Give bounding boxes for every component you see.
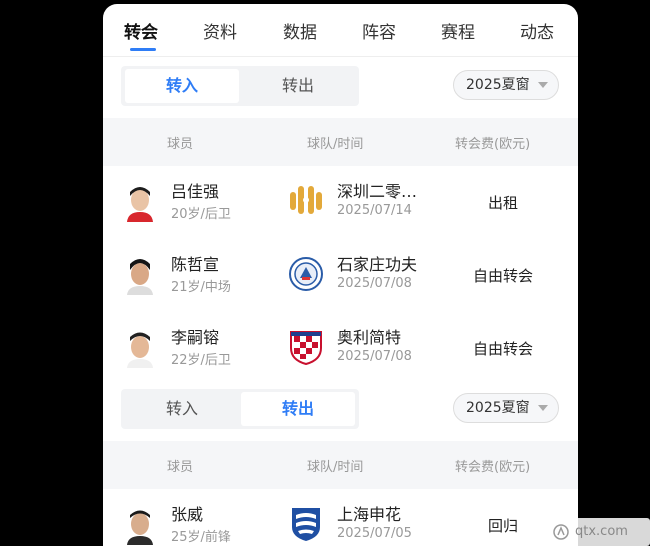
switch-transfer-in[interactable]: 转入 <box>125 69 239 103</box>
transfer-fee: 出租 <box>487 194 518 212</box>
club-logo-icon <box>288 328 324 366</box>
header-fee: 转会费(欧元) <box>455 460 531 475</box>
player-avatar <box>123 505 157 545</box>
table-header: 球员 球队/时间 转会费(欧元) <box>103 441 578 489</box>
switch-transfer-in[interactable]: 转入 <box>125 392 239 426</box>
transfer-date: 2025/07/08 <box>337 349 412 364</box>
table-row[interactable]: 张威 25岁/前锋 上海申花 2025/07/05 回归 <box>103 489 578 546</box>
table-row[interactable]: 李嗣镕 22岁/后卫 奥利简特 2025/07/08 自由转会 <box>103 312 578 384</box>
transfer-date: 2025/07/08 <box>337 276 412 291</box>
header-fee: 转会费(欧元) <box>455 137 531 152</box>
tab-news[interactable]: 动态 <box>520 18 554 43</box>
transfer-date: 2025/07/14 <box>337 203 412 218</box>
transfer-date: 2025/07/05 <box>337 526 412 541</box>
tab-transfer[interactable]: 转会 <box>124 18 158 43</box>
player-info: 20岁/后卫 <box>171 207 231 222</box>
header-club-time: 球队/时间 <box>307 137 364 152</box>
tab-profile[interactable]: 资料 <box>203 18 237 43</box>
app-panel: 转会 资料 数据 阵容 赛程 动态 转入 转出 2025夏窗 球员 球队/时间 … <box>103 4 578 546</box>
switch-transfer-out[interactable]: 转出 <box>241 69 355 103</box>
player-name: 吕佳强 <box>171 182 220 201</box>
caret-down-icon <box>538 405 548 411</box>
watermark-text: qtx.com <box>575 524 628 539</box>
tab-divider <box>103 56 578 57</box>
club-logo-icon <box>288 255 324 293</box>
tab-stats[interactable]: 数据 <box>283 18 317 43</box>
watermark-logo-icon <box>553 524 569 540</box>
club-logo-icon <box>288 505 324 543</box>
season-label: 2025夏窗 <box>466 77 530 93</box>
active-tab-indicator <box>130 48 156 51</box>
table-header: 球员 球队/时间 转会费(欧元) <box>103 118 578 166</box>
club-name: 上海申花 <box>337 505 402 524</box>
season-select[interactable]: 2025夏窗 <box>453 70 559 100</box>
club-name: 石家庄功夫 <box>337 255 418 274</box>
player-name: 张威 <box>171 505 204 524</box>
watermark: qtx.com <box>543 518 650 546</box>
table-row[interactable]: 吕佳强 20岁/后卫 深圳二零… 2025/07/14 出租 <box>103 166 578 238</box>
player-info: 21岁/中场 <box>171 280 231 295</box>
tab-squad[interactable]: 阵容 <box>362 18 396 43</box>
player-info: 22岁/后卫 <box>171 353 231 368</box>
player-name: 李嗣镕 <box>171 328 220 347</box>
player-info: 25岁/前锋 <box>171 530 231 545</box>
player-name: 陈哲宣 <box>171 255 220 274</box>
player-avatar <box>123 328 157 368</box>
header-player: 球员 <box>167 460 194 475</box>
transfer-fee: 自由转会 <box>472 267 533 285</box>
season-label: 2025夏窗 <box>466 400 530 416</box>
header-player: 球员 <box>167 137 194 152</box>
in-out-switch: 转入 转出 <box>121 389 359 429</box>
club-name: 深圳二零… <box>337 182 418 201</box>
season-select[interactable]: 2025夏窗 <box>453 393 559 423</box>
caret-down-icon <box>538 82 548 88</box>
header-club-time: 球队/时间 <box>307 460 364 475</box>
transfer-fee: 自由转会 <box>472 340 533 358</box>
table-row[interactable]: 陈哲宣 21岁/中场 石家庄功夫 2025/07/08 自由转会 <box>103 239 578 311</box>
club-name: 奥利简特 <box>337 328 402 347</box>
in-out-switch: 转入 转出 <box>121 66 359 106</box>
player-avatar <box>123 182 157 222</box>
screen: 转会 资料 数据 阵容 赛程 动态 转入 转出 2025夏窗 球员 球队/时间 … <box>0 0 650 546</box>
tab-bar: 转会 资料 数据 阵容 赛程 动态 <box>103 4 578 54</box>
club-logo-icon <box>288 182 324 220</box>
switch-transfer-out[interactable]: 转出 <box>241 392 355 426</box>
player-avatar <box>123 255 157 295</box>
tab-schedule[interactable]: 赛程 <box>441 18 475 43</box>
